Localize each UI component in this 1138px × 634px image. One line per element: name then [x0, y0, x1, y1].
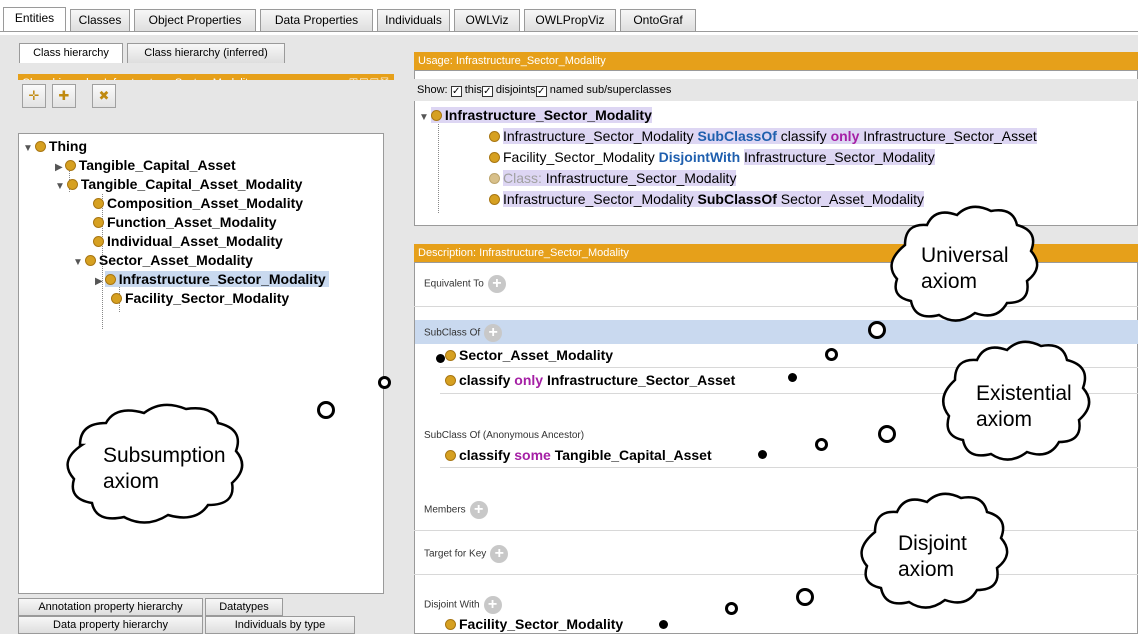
anchor-dot	[659, 620, 668, 629]
callout-overlay	[66, 205, 1091, 609]
callout-disjoint: Disjoint axiom	[898, 531, 967, 583]
callout-subsumption: Subsumption axiom	[103, 443, 226, 495]
callout-line: axiom	[898, 558, 955, 581]
callout-line: Subsumption	[103, 444, 226, 467]
anchor-dot	[788, 373, 797, 382]
callout-line: Universal	[921, 244, 1009, 267]
thought-bubble	[878, 425, 896, 443]
anchor-dot	[758, 450, 767, 459]
callout-line: Existential	[976, 382, 1072, 405]
callout-universal: Universal axiom	[921, 243, 1009, 295]
thought-bubble	[378, 376, 391, 389]
callout-existential: Existential axiom	[976, 381, 1072, 433]
callout-line: Disjoint	[898, 532, 967, 555]
anchor-dot	[436, 354, 445, 363]
thought-bubble	[825, 348, 838, 361]
thought-bubble	[796, 588, 814, 606]
callout-line: axiom	[103, 470, 160, 493]
thought-bubble	[317, 401, 335, 419]
thought-bubble	[868, 321, 886, 339]
thought-bubble	[725, 602, 738, 615]
callout-line: axiom	[976, 408, 1033, 431]
thought-bubble	[815, 438, 828, 451]
callout-line: axiom	[921, 270, 978, 293]
